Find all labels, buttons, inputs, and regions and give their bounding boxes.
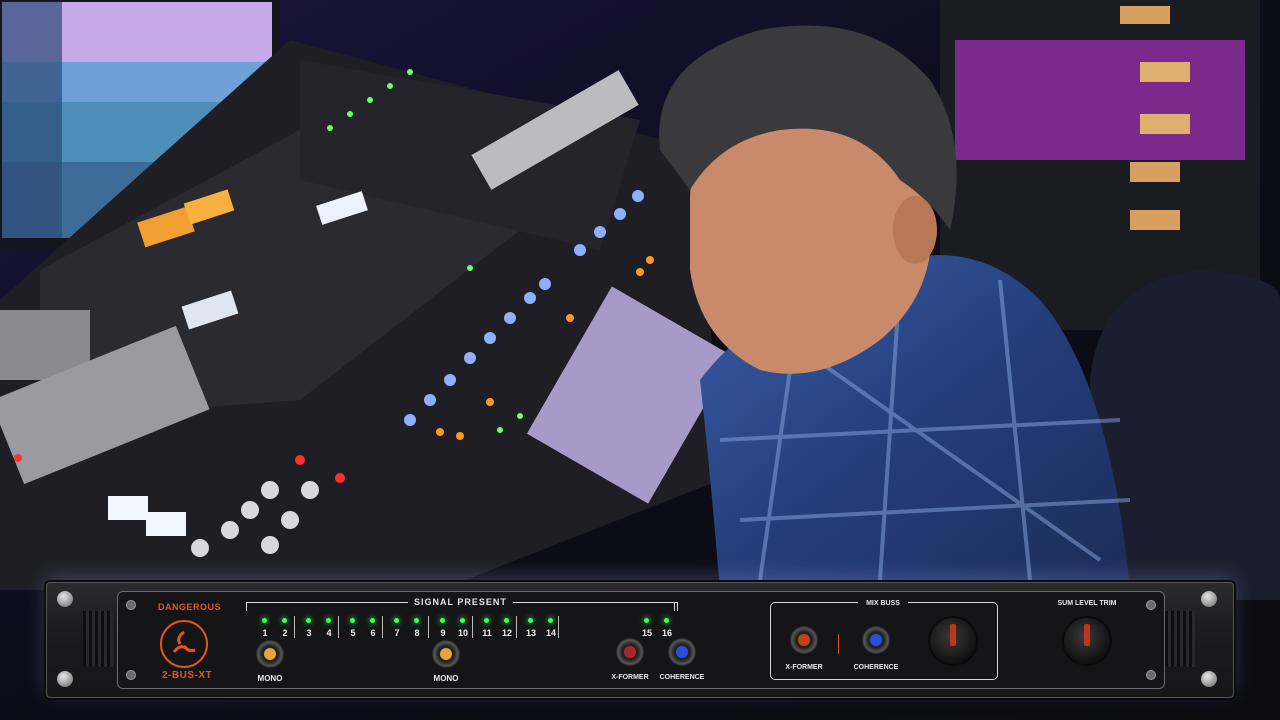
- signal-led-14: [548, 618, 553, 623]
- panel-screw: [1146, 670, 1156, 680]
- signal-led-12: [504, 618, 509, 623]
- panel-screw: [1146, 600, 1156, 610]
- xformer-label: X-FORMER: [611, 674, 649, 681]
- signal-present-label: SIGNAL PRESENT: [408, 597, 513, 607]
- signal-led-8: [414, 618, 419, 623]
- mono-label-2: MONO: [433, 674, 459, 683]
- channel-number-7: 7: [394, 628, 400, 638]
- coherence-label: COHERENCE: [659, 674, 705, 681]
- channel-divider: [472, 616, 473, 638]
- signal-led-16: [664, 618, 669, 623]
- signal-bracket-end: [638, 602, 675, 611]
- dangerous-2-bus-xt-panel: DANGEROUS 2-BUS-XT SIGNAL PRESENT 123456…: [46, 582, 1234, 698]
- rack-screw: [57, 671, 73, 687]
- mono-button-2[interactable]: [432, 640, 460, 668]
- channel-number-12: 12: [501, 628, 512, 638]
- channel-number-6: 6: [370, 628, 376, 638]
- signal-led-10: [460, 618, 465, 623]
- mix-coherence-label: COHERENCE: [853, 664, 899, 671]
- channel-number-13: 13: [525, 628, 536, 638]
- signal-led-9: [440, 618, 445, 623]
- channel-number-1: 1: [262, 628, 268, 638]
- sum-level-trim-knob[interactable]: [1062, 616, 1112, 666]
- channel-number-16: 16: [661, 628, 672, 638]
- vent-grille: [1165, 611, 1195, 667]
- channel-divider: [338, 616, 339, 638]
- signal-led-5: [350, 618, 355, 623]
- signal-led-3: [306, 618, 311, 623]
- signal-led-4: [326, 618, 331, 623]
- channel-number-15: 15: [641, 628, 652, 638]
- channel-number-3: 3: [306, 628, 312, 638]
- vent-grille: [83, 611, 113, 667]
- rack-screw: [1201, 671, 1217, 687]
- mix-divider: [838, 634, 839, 654]
- front-plate: DANGEROUS 2-BUS-XT SIGNAL PRESENT 123456…: [117, 591, 1165, 689]
- sum-level-trim-label: SUM LEVEL TRIM: [1057, 600, 1117, 607]
- channel-number-11: 11: [482, 628, 492, 638]
- channel-number-5: 5: [350, 628, 356, 638]
- mix-xformer-label: X-FORMER: [785, 664, 823, 671]
- channel-divider: [294, 616, 295, 638]
- channel-divider: [382, 616, 383, 638]
- brand-logo-icon: [160, 620, 208, 668]
- channel-number-8: 8: [414, 628, 420, 638]
- mix-xformer-button[interactable]: [790, 626, 818, 654]
- channel-number-10: 10: [457, 628, 468, 638]
- channel-number-9: 9: [440, 628, 446, 638]
- panel-screw: [126, 600, 136, 610]
- signal-led-6: [370, 618, 375, 623]
- signal-led-13: [528, 618, 533, 623]
- mix-coherence-button[interactable]: [862, 626, 890, 654]
- channel-number-14: 14: [545, 628, 556, 638]
- xformer-button[interactable]: [616, 638, 644, 666]
- coherence-button[interactable]: [668, 638, 696, 666]
- channel-divider: [558, 616, 559, 638]
- signal-led-15: [644, 618, 649, 623]
- mono-button-1[interactable]: [256, 640, 284, 668]
- signal-led-1: [262, 618, 267, 623]
- channel-divider: [428, 616, 429, 638]
- rack-screw: [1201, 591, 1217, 607]
- mix-buss-label: MIX BUSS: [858, 600, 908, 607]
- channel-number-4: 4: [326, 628, 332, 638]
- channel-divider: [516, 616, 517, 638]
- signal-led-2: [282, 618, 287, 623]
- rack-screw: [57, 591, 73, 607]
- signal-led-11: [484, 618, 489, 623]
- channel-number-2: 2: [282, 628, 288, 638]
- signal-led-7: [394, 618, 399, 623]
- panel-screw: [126, 670, 136, 680]
- brand-name: DANGEROUS: [158, 602, 222, 612]
- mix-buss-knob[interactable]: [928, 616, 978, 666]
- model-name: 2-BUS-XT: [162, 670, 213, 681]
- mono-label-1: MONO: [257, 674, 283, 683]
